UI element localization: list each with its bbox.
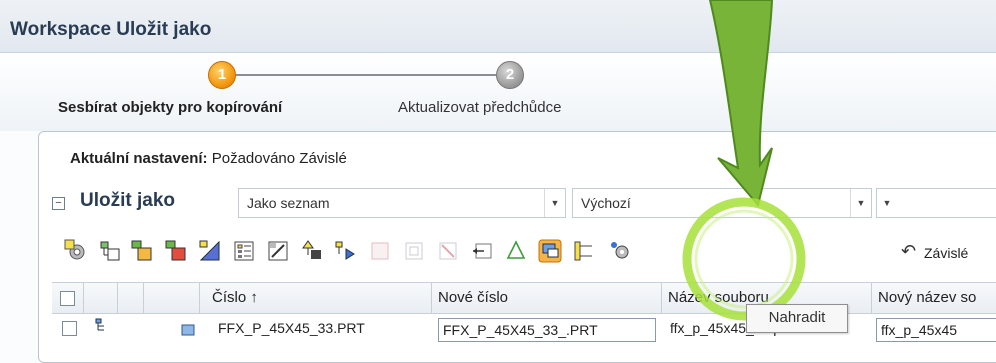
group-title: Uložit jako: [80, 190, 176, 211]
new-number-input[interactable]: FFX_P_45X45_33_.PRT: [438, 318, 656, 342]
replace-tooltip: Nahradit: [746, 304, 848, 333]
recycle-icon[interactable]: [504, 239, 528, 263]
step-1-label[interactable]: Sesbírat objekty pro kopírování: [58, 99, 282, 116]
step-wizard: [0, 53, 996, 131]
expand-up-icon[interactable]: [300, 239, 324, 263]
column-header[interactable]: [84, 283, 118, 313]
view-mode-select[interactable]: Jako seznam ▼: [238, 188, 566, 218]
third-select[interactable]: ▼: [876, 188, 996, 218]
default-value: Výchozí: [581, 195, 631, 211]
settings-gear-icon[interactable]: [608, 239, 632, 263]
expand-right-icon[interactable]: [334, 239, 358, 263]
column-header-new-number[interactable]: Nové číslo: [432, 283, 662, 313]
toolbar: ↶ Závislé: [58, 236, 996, 270]
chevron-down-icon[interactable]: ▼: [877, 189, 897, 217]
collapse-toggle[interactable]: −: [52, 197, 65, 210]
dependents-dropdown[interactable]: Závislé: [924, 245, 968, 261]
column-header-number[interactable]: Číslo ↑: [200, 283, 432, 313]
frame-disabled-icon[interactable]: [402, 239, 426, 263]
column-header[interactable]: [144, 283, 200, 313]
step-connector: [236, 74, 496, 76]
add-assembly-icon[interactable]: [64, 239, 88, 263]
step-2-indicator[interactable]: 2: [496, 61, 524, 89]
edit-icon[interactable]: [266, 239, 290, 263]
new-filename-input[interactable]: ffx_p_45x45: [876, 318, 996, 342]
chevron-down-icon[interactable]: ▼: [850, 189, 871, 217]
blank-disabled-icon[interactable]: [368, 239, 392, 263]
rename-icon[interactable]: [470, 239, 494, 263]
column-header[interactable]: [118, 283, 144, 313]
row-checkbox[interactable]: [62, 321, 77, 336]
replace-icon[interactable]: [538, 239, 562, 263]
part-icon: [181, 324, 195, 336]
default-select[interactable]: Výchozí ▼: [572, 188, 872, 218]
triangle-icon[interactable]: [198, 239, 222, 263]
tree-branch-icon[interactable]: [572, 239, 596, 263]
step-1-indicator[interactable]: 1: [208, 61, 236, 89]
chevron-down-icon[interactable]: ▼: [544, 189, 565, 217]
list-icon[interactable]: [232, 239, 256, 263]
save-as-group-header: − Uložit jako Jako seznam ▼ Výchozí ▼ ▼: [52, 188, 996, 218]
step-2-label[interactable]: Aktualizovat předchůdce: [398, 99, 561, 116]
delete-disabled-icon[interactable]: [436, 239, 460, 263]
tree-view-icon[interactable]: [98, 239, 122, 263]
add-green-icon[interactable]: [130, 239, 154, 263]
current-settings: Aktuální nastavení: Požadováno Závislé: [70, 150, 347, 167]
dependents-icon[interactable]: ↶: [901, 241, 916, 262]
select-all-header[interactable]: [52, 283, 84, 313]
window-title: Workspace Uložit jako: [10, 19, 212, 40]
window-title-bar: Workspace Uložit jako: [0, 0, 996, 53]
table-header: Číslo ↑ Nové číslo Název souboru Nový ná…: [52, 282, 996, 314]
settings-value: Požadováno Závislé: [211, 150, 347, 167]
view-mode-value: Jako seznam: [247, 195, 330, 211]
cell-number: FFX_P_45X45_33.PRT: [218, 320, 365, 336]
select-all-checkbox[interactable]: [60, 291, 75, 306]
assembly-structure-icon: [95, 318, 104, 331]
table-row[interactable]: FFX_P_45X45_33.PRT FFX_P_45X45_33_.PRT f…: [52, 313, 996, 343]
column-header-new-filename[interactable]: Nový název so: [872, 283, 996, 313]
add-green-2-icon[interactable]: [164, 239, 188, 263]
settings-label: Aktuální nastavení:: [70, 150, 208, 167]
